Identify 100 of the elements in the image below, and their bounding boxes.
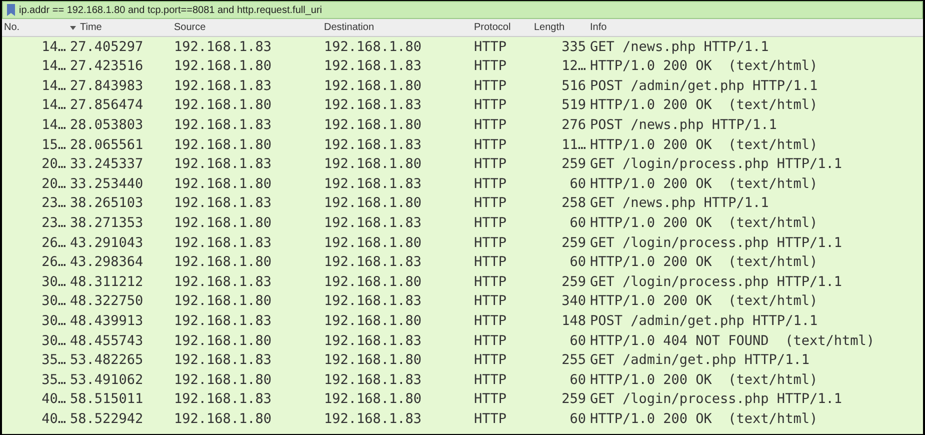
table-cell-text: 30… bbox=[40, 332, 67, 351]
table-cell-text: HTTP bbox=[474, 76, 508, 96]
table-cell-text: 58.522942 bbox=[70, 410, 144, 429]
table-cell-text: 192.168.1.80 bbox=[324, 194, 423, 214]
table-cell-text: HTTP/1.0 200 OK (text/html) bbox=[590, 370, 819, 390]
table-cell-text: 255 bbox=[560, 351, 587, 370]
table-cell-text: 192.168.1.83 bbox=[174, 272, 273, 292]
column-header[interactable]: Info bbox=[590, 20, 923, 35]
table-cell-text: 27.843983 bbox=[70, 76, 144, 96]
filter-bar[interactable]: ip.addr == 192.168.1.80 and tcp.port==8081 and http.request.full_uri bbox=[2, 1, 923, 19]
column-header[interactable]: Time bbox=[70, 20, 174, 35]
table-cell-text: HTTP bbox=[474, 116, 508, 136]
table-cell-text: 38.265103 bbox=[70, 194, 144, 214]
column-header[interactable]: No. bbox=[2, 20, 70, 35]
table-cell-text: 14… bbox=[40, 116, 67, 136]
table-cell-text: 192.168.1.83 bbox=[174, 76, 273, 96]
table-cell-text: HTTP/1.0 200 OK (text/html) bbox=[590, 253, 819, 272]
table-cell-text: GET /admin/get.php HTTP/1.1 bbox=[590, 351, 810, 370]
table-cell-text: 192.168.1.80 bbox=[324, 76, 423, 96]
table-cell-text: HTTP bbox=[474, 194, 508, 214]
table-cell-text: 35… bbox=[40, 351, 67, 370]
table-cell-text: HTTP/1.0 200 OK (text/html) bbox=[590, 96, 819, 116]
table-cell-text: 27.856474 bbox=[70, 96, 144, 116]
column-header[interactable]: Source bbox=[174, 20, 324, 35]
table-cell-text: 58.515011 bbox=[70, 390, 144, 410]
table-cell-text: 192.168.1.80 bbox=[174, 174, 273, 194]
table-cell-text: 192.168.1.83 bbox=[324, 253, 423, 272]
table-cell-text: 335 bbox=[560, 38, 587, 57]
table-cell-text: 192.168.1.80 bbox=[174, 292, 273, 312]
table-cell-text: HTTP bbox=[474, 155, 508, 174]
table-cell-text: 60 bbox=[568, 370, 587, 390]
table-cell-text: HTTP bbox=[474, 234, 508, 253]
table-cell-text: 43.298364 bbox=[70, 253, 144, 272]
table-cell-text: 258 bbox=[560, 194, 587, 214]
table-cell-text: HTTP/1.0 200 OK (text/html) bbox=[590, 292, 819, 312]
table-cell-text: 30… bbox=[40, 292, 67, 312]
table-cell-text: 192.168.1.83 bbox=[324, 136, 423, 155]
table-cell-text: 192.168.1.83 bbox=[174, 116, 273, 136]
table-cell-text: HTTP/1.0 200 OK (text/html) bbox=[590, 136, 819, 155]
table-cell-text: HTTP bbox=[474, 351, 508, 370]
table-cell-text: 192.168.1.80 bbox=[174, 136, 273, 155]
table-cell-text: 340 bbox=[560, 292, 587, 312]
table-cell-text: 33.245337 bbox=[70, 155, 144, 174]
table-cell-text: 60 bbox=[568, 214, 587, 234]
table-cell-text: 192.168.1.83 bbox=[324, 96, 423, 116]
table-cell-text: 192.168.1.83 bbox=[324, 214, 423, 234]
column-header[interactable]: Length bbox=[534, 20, 590, 35]
table-cell-text: HTTP/1.0 200 OK (text/html) bbox=[590, 174, 819, 194]
table-cell-text: HTTP bbox=[474, 390, 508, 410]
table-cell-text: 192.168.1.83 bbox=[174, 234, 273, 253]
table-cell-text: 192.168.1.83 bbox=[324, 57, 423, 76]
table-cell-text: 192.168.1.83 bbox=[324, 332, 423, 351]
table-cell-text: 192.168.1.80 bbox=[324, 390, 423, 410]
table-cell-text: 192.168.1.80 bbox=[174, 370, 273, 390]
table-cell-text: 192.168.1.80 bbox=[174, 96, 273, 116]
table-cell-text: 192.168.1.80 bbox=[324, 155, 423, 174]
table-cell-text: 14… bbox=[40, 76, 67, 96]
table-cell-text: 14… bbox=[40, 57, 67, 76]
table-cell-text: 48.322750 bbox=[70, 292, 144, 312]
table-cell-text: 26… bbox=[40, 253, 67, 272]
column-header[interactable]: Protocol bbox=[474, 20, 534, 35]
filter-text: ip.addr == 192.168.1.80 and tcp.port==8081 and http.request.full_uri bbox=[19, 4, 322, 18]
table-cell-text: HTTP/1.0 200 OK (text/html) bbox=[590, 57, 819, 76]
table-cell-text: 20… bbox=[40, 155, 67, 174]
table-cell-text: 23… bbox=[40, 214, 67, 234]
table-cell-text: 11… bbox=[560, 136, 587, 155]
table-cell-text: 192.168.1.80 bbox=[174, 332, 273, 351]
table-cell-text: 192.168.1.83 bbox=[324, 370, 423, 390]
table-cell-text: HTTP bbox=[474, 214, 508, 234]
table-cell-text: 35… bbox=[40, 370, 67, 390]
table-cell-text: 53.482265 bbox=[70, 351, 144, 370]
column-header[interactable]: Destination bbox=[324, 20, 474, 35]
table-cell-text: 516 bbox=[560, 76, 587, 96]
table-cell-text: 259 bbox=[560, 234, 587, 253]
table-cell-text: 192.168.1.83 bbox=[174, 351, 273, 370]
table-cell-text: 519 bbox=[560, 96, 587, 116]
table-cell-text: 192.168.1.80 bbox=[324, 272, 423, 292]
table-cell-text: 192.168.1.83 bbox=[174, 194, 273, 214]
table-cell-text: 276 bbox=[560, 116, 587, 136]
table-cell-text: 192.168.1.83 bbox=[324, 174, 423, 194]
table-cell-text: 27.405297 bbox=[70, 38, 144, 57]
table-cell-text: HTTP bbox=[474, 38, 508, 57]
table-cell-text: 38.271353 bbox=[70, 214, 144, 234]
table-cell-text: 60 bbox=[568, 332, 587, 351]
table-cell-text: POST /admin/get.php HTTP/1.1 bbox=[590, 312, 819, 331]
table-cell-text: 43.291043 bbox=[70, 234, 144, 253]
table-cell-text: GET /login/process.php HTTP/1.1 bbox=[590, 234, 843, 253]
table-cell-text: HTTP bbox=[474, 410, 508, 429]
table-cell-text: HTTP bbox=[474, 174, 508, 194]
table-cell-text: 53.491062 bbox=[70, 370, 144, 390]
table-cell-text: POST /admin/get.php HTTP/1.1 bbox=[590, 76, 819, 96]
table-cell-text: 40… bbox=[40, 410, 67, 429]
bookmark-icon[interactable] bbox=[7, 4, 15, 16]
table-cell-text: HTTP bbox=[474, 57, 508, 76]
table-cell-text: 27.423516 bbox=[70, 57, 144, 76]
sort-arrow-icon bbox=[70, 26, 76, 30]
table-cell-text: HTTP bbox=[474, 136, 508, 155]
table-cell-text: 192.168.1.83 bbox=[324, 292, 423, 312]
table-cell-text: 192.168.1.83 bbox=[324, 410, 423, 429]
table-cell-text: HTTP/1.0 404 NOT FOUND (text/html) bbox=[590, 332, 876, 351]
